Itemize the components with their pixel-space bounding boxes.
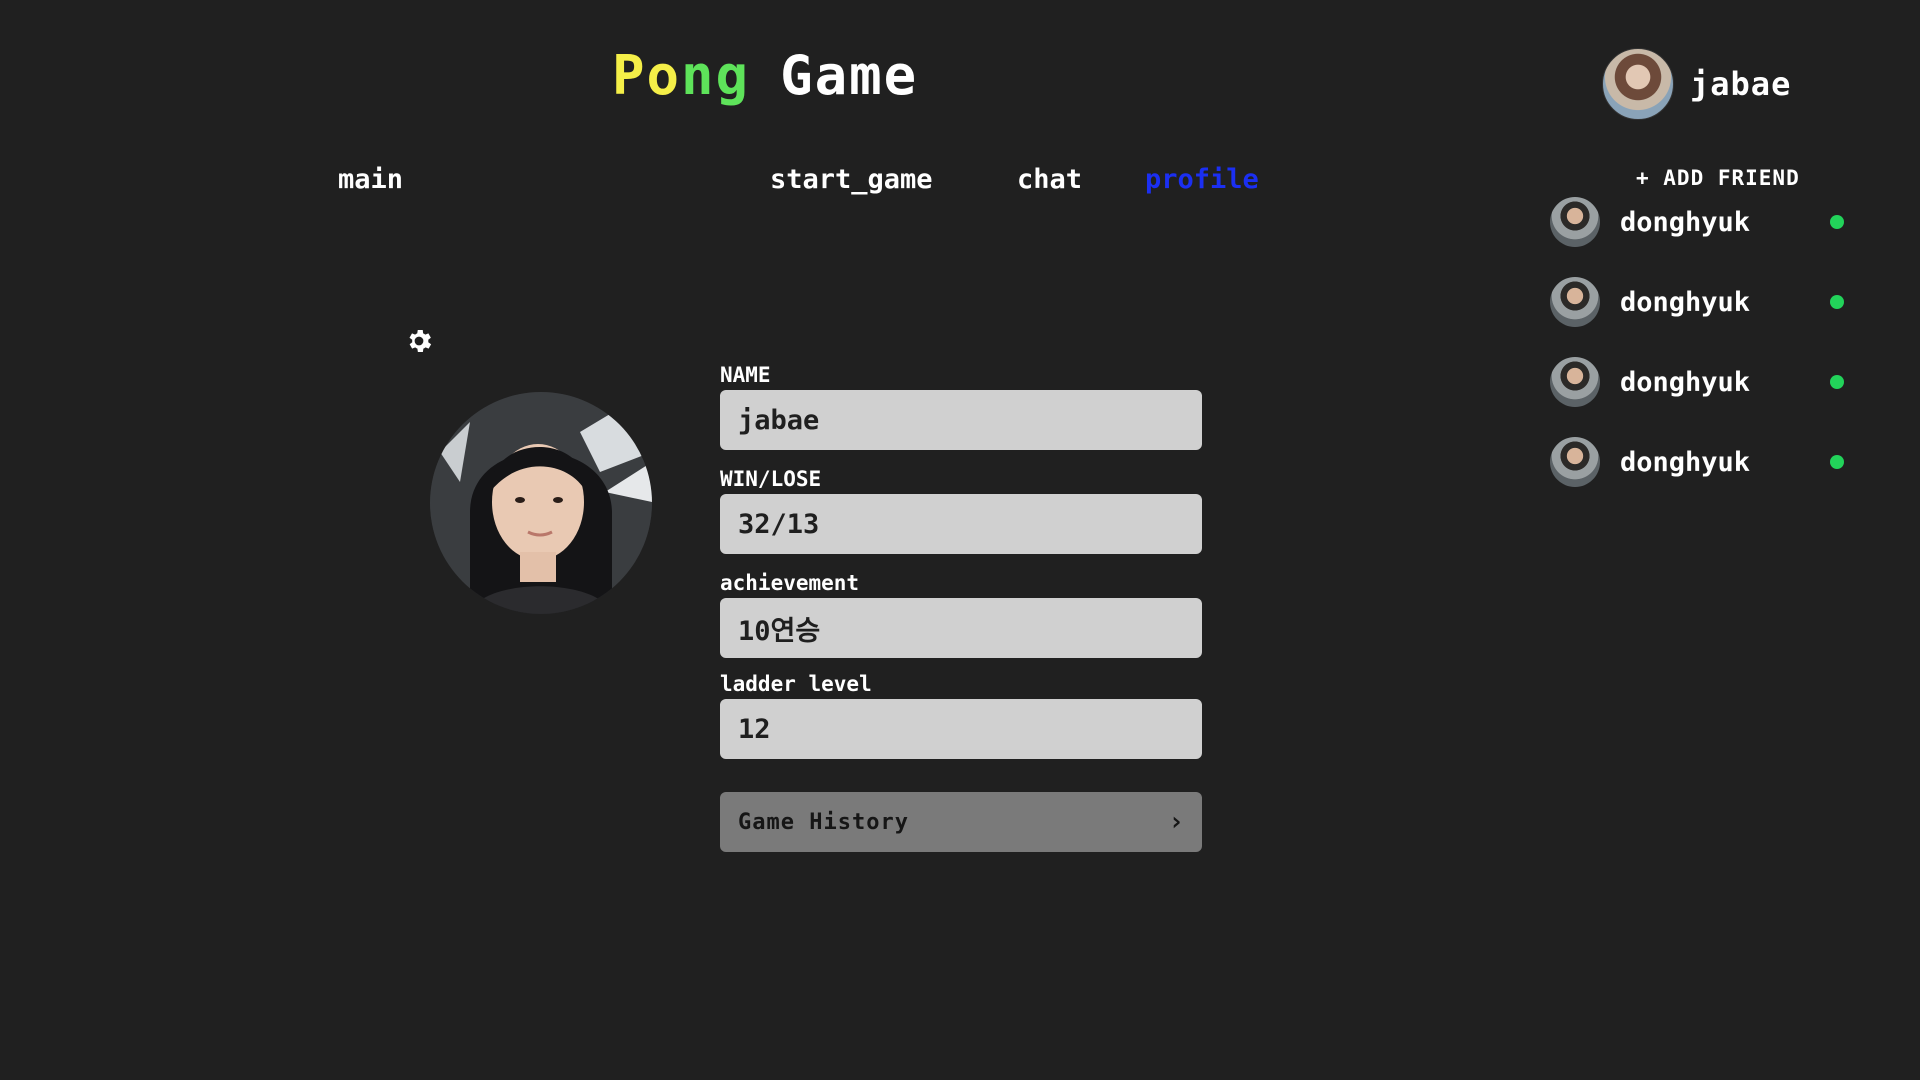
win-lose-field[interactable]: 32/13 — [720, 494, 1202, 554]
friend-name: donghyuk — [1620, 206, 1751, 238]
ladder-level-label: ladder level — [720, 672, 872, 696]
title-pong-highlight: Po — [612, 44, 682, 107]
friend-avatar — [1550, 277, 1600, 327]
profile-avatar[interactable] — [430, 392, 652, 614]
add-friend-button[interactable]: + ADD FRIEND — [1636, 166, 1800, 190]
achievement-field[interactable]: 10연승 — [720, 598, 1202, 658]
user-name: jabae — [1690, 65, 1792, 103]
nav-chat[interactable]: chat — [1017, 164, 1082, 195]
game-history-label: Game History — [738, 809, 909, 835]
title-pong-rest: ng — [681, 44, 751, 107]
achievement-label: achievement — [720, 571, 860, 595]
friend-item[interactable]: donghyuk — [1550, 196, 1850, 248]
friend-name: donghyuk — [1620, 366, 1751, 398]
name-label: NAME — [720, 363, 771, 387]
friend-name: donghyuk — [1620, 446, 1751, 478]
online-status-dot — [1830, 375, 1844, 389]
friend-item[interactable]: donghyuk — [1550, 356, 1850, 408]
online-status-dot — [1830, 455, 1844, 469]
profile-page: Pong Game jabae main start_game chat prof… — [0, 0, 1920, 1080]
nav-main[interactable]: main — [338, 164, 403, 195]
friend-item[interactable]: donghyuk — [1550, 276, 1850, 328]
nav-profile[interactable]: profile — [1145, 164, 1259, 195]
user-avatar[interactable] — [1602, 48, 1674, 120]
online-status-dot — [1830, 295, 1844, 309]
chevron-right-icon: › — [1168, 807, 1184, 837]
friend-avatar — [1550, 437, 1600, 487]
online-status-dot — [1830, 215, 1844, 229]
friend-avatar — [1550, 197, 1600, 247]
current-user[interactable]: jabae — [1602, 48, 1791, 120]
friends-list: donghyuk donghyuk donghyuk donghyuk — [1550, 196, 1850, 516]
nav-start-game[interactable]: start_game — [770, 164, 933, 195]
game-history-button[interactable]: Game History › — [720, 792, 1202, 852]
name-field[interactable]: jabae — [720, 390, 1202, 450]
friend-item[interactable]: donghyuk — [1550, 436, 1850, 488]
friend-name: donghyuk — [1620, 286, 1751, 318]
gear-icon[interactable] — [404, 326, 434, 356]
win-lose-label: WIN/LOSE — [720, 467, 822, 491]
title-game: Game — [780, 44, 919, 107]
ladder-level-field[interactable]: 12 — [720, 699, 1202, 759]
app-title: Pong Game — [612, 44, 918, 107]
friend-avatar — [1550, 357, 1600, 407]
